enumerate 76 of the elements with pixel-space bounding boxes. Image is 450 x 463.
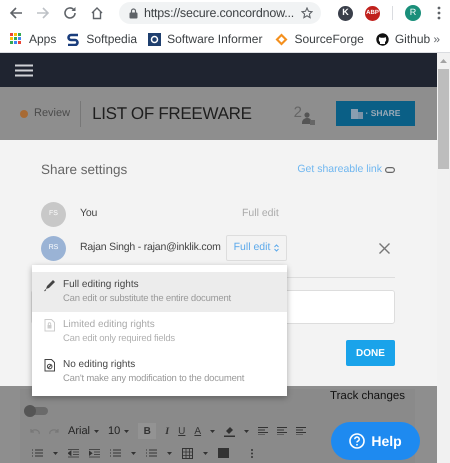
caret-icon[interactable] bbox=[167, 452, 172, 454]
extension-button[interactable]: K bbox=[338, 6, 353, 20]
close-icon[interactable] bbox=[379, 242, 390, 254]
fill-color-icon[interactable] bbox=[224, 426, 236, 436]
caret-icon[interactable] bbox=[53, 452, 58, 454]
help-button[interactable]: Help bbox=[331, 422, 420, 460]
url-text: https://secure.concordnow... bbox=[144, 4, 295, 22]
star-icon[interactable] bbox=[301, 7, 313, 19]
bookmark[interactable]: Github bbox=[376, 30, 430, 48]
menu-icon[interactable] bbox=[437, 6, 441, 20]
reload-icon[interactable] bbox=[63, 6, 77, 20]
status-label: Review bbox=[34, 106, 70, 122]
outdent-icon[interactable] bbox=[68, 448, 79, 458]
font-size-dropdown[interactable]: 10 bbox=[108, 422, 130, 440]
locked-document-icon bbox=[44, 319, 55, 332]
toggle-switch[interactable] bbox=[24, 407, 48, 415]
done-button[interactable]: DONE bbox=[346, 340, 395, 366]
back-icon[interactable] bbox=[9, 6, 23, 20]
help-icon bbox=[349, 433, 366, 449]
bookmark[interactable]: Apps bbox=[10, 30, 56, 48]
table-icon[interactable] bbox=[182, 448, 193, 458]
home-icon[interactable] bbox=[90, 6, 104, 20]
menu-item[interactable]: No editing rights Can't make any modification to the document bbox=[32, 352, 287, 392]
line-spacing-icon[interactable] bbox=[32, 448, 43, 458]
caret-icon[interactable] bbox=[131, 452, 136, 454]
bold-button[interactable]: B bbox=[138, 423, 156, 439]
italic-button[interactable]: I bbox=[165, 424, 170, 438]
option-title: Limited editing rights bbox=[63, 318, 156, 332]
caret-icon[interactable] bbox=[210, 430, 216, 432]
bookmark[interactable]: SourceForge bbox=[275, 30, 364, 48]
option-title: No editing rights bbox=[63, 358, 136, 372]
font-dropdown[interactable]: Arial bbox=[68, 422, 100, 440]
bullet-list-icon[interactable] bbox=[110, 448, 121, 458]
grid-icon bbox=[10, 32, 23, 46]
profile-avatar[interactable]: R bbox=[405, 5, 421, 21]
track-changes-label: Track changes bbox=[330, 389, 405, 403]
align-center-icon[interactable] bbox=[277, 427, 288, 435]
bookmark[interactable]: Software Informer bbox=[148, 30, 262, 48]
lock-icon bbox=[129, 8, 138, 18]
option-title: Full editing rights bbox=[63, 278, 140, 292]
underline-button[interactable]: U bbox=[178, 424, 186, 438]
permission-label: Full edit bbox=[242, 206, 279, 222]
numbered-list-icon[interactable] bbox=[146, 448, 157, 458]
overflow-button[interactable]: » bbox=[433, 30, 440, 48]
scroll-up-icon[interactable] bbox=[440, 59, 447, 63]
align-left-icon[interactable] bbox=[258, 427, 268, 435]
menu-icon[interactable] bbox=[15, 64, 33, 76]
indent-icon[interactable] bbox=[89, 448, 100, 458]
bookmark[interactable]: Softpedia bbox=[67, 30, 138, 48]
caret-icon bbox=[124, 430, 130, 432]
people-icon bbox=[302, 112, 315, 125]
caret-icon bbox=[94, 430, 100, 432]
share-button[interactable]: · SHARE bbox=[336, 101, 415, 126]
blocked-document-icon bbox=[44, 359, 55, 372]
scrollbar-thumb[interactable] bbox=[438, 69, 449, 169]
member-name: You bbox=[80, 206, 98, 222]
option-description: Can't make any modification to the document bbox=[63, 372, 244, 386]
logo-icon bbox=[148, 32, 162, 46]
option-description: Can edit only required fields bbox=[63, 332, 175, 346]
address-bar[interactable]: https://secure.concordnow... bbox=[119, 2, 321, 24]
option-description: Can edit or substitute the entire document bbox=[63, 292, 231, 306]
building-icon bbox=[350, 108, 363, 118]
text-color-button[interactable]: A bbox=[194, 424, 202, 438]
menu-item[interactable]: Full editing rights Can edit or substitute the entire document bbox=[32, 272, 287, 312]
diamond-icon bbox=[275, 32, 288, 46]
dialog-title: Share settings bbox=[41, 161, 128, 179]
document-title: LIST OF FREEWARE bbox=[92, 102, 252, 125]
caret-icon[interactable] bbox=[244, 430, 250, 432]
pencil-icon bbox=[44, 279, 55, 292]
link-icon bbox=[385, 167, 395, 174]
caret-icon[interactable] bbox=[203, 452, 208, 454]
logo-icon bbox=[67, 32, 80, 46]
member-name: Rajan Singh - rajan@inklik.com bbox=[80, 240, 222, 256]
chevrons-icon bbox=[274, 244, 280, 252]
align-right-icon[interactable] bbox=[296, 427, 306, 435]
status-dot-icon bbox=[20, 110, 28, 118]
